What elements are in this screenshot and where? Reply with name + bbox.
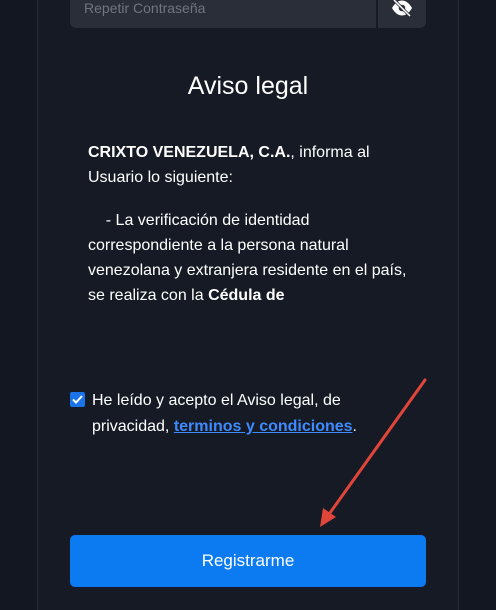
legal-notice-point-bold: Cédula de [208, 287, 285, 304]
eye-slash-icon [392, 0, 412, 17]
legal-notice-title: Aviso legal [187, 72, 309, 100]
legal-notice-point: - La verificación de identidad correspon… [88, 208, 408, 308]
company-name: CRIXTO VENEZUELA, C.A. [88, 144, 291, 161]
repeat-password-row [70, 0, 426, 28]
checkmark-icon [72, 395, 83, 404]
terms-acceptance-suffix: . [352, 418, 357, 435]
legal-notice-intro: CRIXTO VENEZUELA, C.A., informa al Usuar… [88, 140, 408, 190]
register-button[interactable]: Registrarme [70, 535, 426, 587]
terms-acceptance-label: He leído y acepto el Aviso legal, de pri… [92, 388, 410, 440]
repeat-password-input[interactable] [70, 0, 376, 28]
toggle-password-visibility-button[interactable] [378, 0, 426, 28]
registration-page: Aviso legal CRIXTO VENEZUELA, C.A., info… [0, 0, 496, 610]
terms-checkbox[interactable] [70, 392, 85, 407]
terms-acceptance: He leído y acepto el Aviso legal, de pri… [70, 388, 410, 440]
terms-conditions-link[interactable]: terminos y condiciones [174, 418, 353, 435]
legal-notice-body: CRIXTO VENEZUELA, C.A., informa al Usuar… [88, 140, 408, 308]
